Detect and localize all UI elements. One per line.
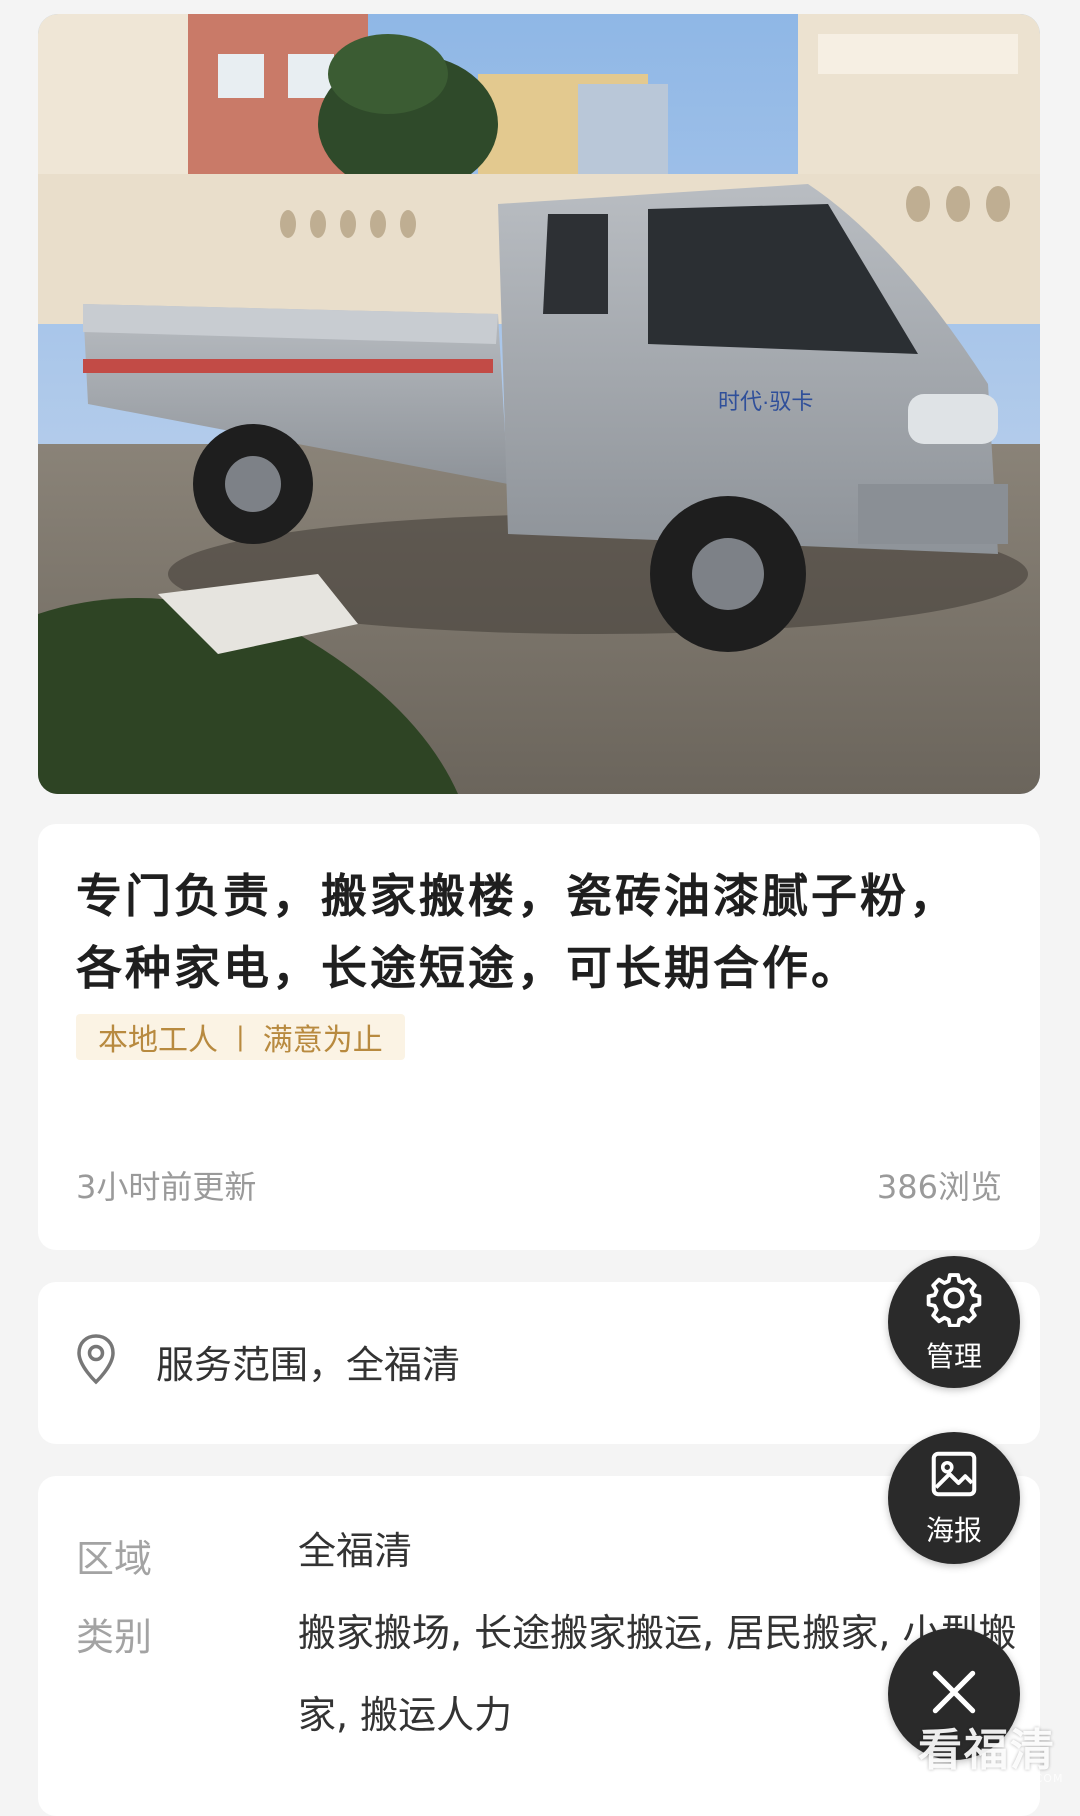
location-pin-icon [74,1332,118,1390]
manage-label: 管理 [925,1340,982,1373]
service-range-text: 服务范围，全福清 [156,1343,461,1387]
detail-card: 区域 全福清 类别 搬家搬场, 长途搬家搬运, 居民搬家, 小型搬家, 搬运人力 [38,1476,1040,1816]
updated-time: 3小时前更新 [76,1168,257,1206]
poster-button[interactable]: 海报 [888,1432,1020,1564]
truck-branding-text: 时代·驭卡 [718,389,813,414]
image-icon [927,1447,981,1505]
watermark-url: WWW.FQLOOK.COM [940,1772,1064,1785]
view-count: 386浏览 [876,1168,1002,1206]
listing-tags: 本地工人 | 满意为止 [76,1014,405,1060]
tag-separator: | [236,1022,245,1052]
region-label: 区域 [76,1537,153,1581]
category-label: 类别 [76,1615,153,1659]
listing-info-card: 专门负责，搬家搬楼，瓷砖油漆腻子粉，各种家电，长途短途，可长期合作。 本地工人 … [38,824,1040,1250]
listing-photo[interactable]: 时代·驭卡 [38,14,1040,794]
gear-icon [925,1269,983,1331]
tag-satisfaction: 满意为止 [262,1023,383,1058]
manage-button[interactable]: 管理 [888,1256,1020,1388]
tag-local-worker: 本地工人 [98,1023,218,1058]
watermark-logo: 看福清 [918,1725,1056,1776]
listing-title: 专门负责，搬家搬楼，瓷砖油漆腻子粉，各种家电，长途短途，可长期合作。 [76,869,958,995]
poster-label: 海报 [925,1514,982,1547]
listing-meta: 3小时前更新 386浏览 [76,1162,1002,1208]
